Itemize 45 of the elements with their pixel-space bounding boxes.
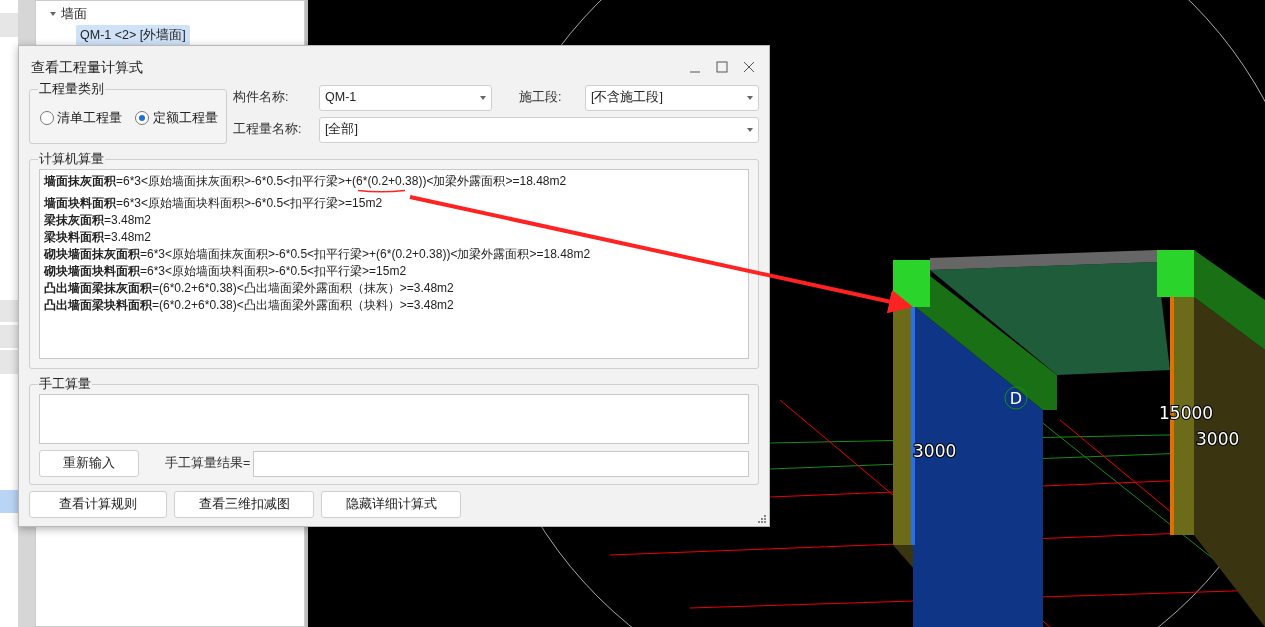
caret-icon <box>747 95 753 100</box>
formula-line: 墙面块料面积=6*3<原始墙面块料面积>-6*0.5<扣平行梁>=15m2 <box>44 194 384 212</box>
formula-line: 梁抹灰面积=3.48m2 <box>44 211 153 229</box>
axis-marker: D <box>1004 386 1028 410</box>
group-label: 计算机算量 <box>38 150 105 167</box>
formula-line: 凸出墙面梁抹灰面积=(6*0.2+6*0.38)<凸出墙面梁外露面积（抹灰）>=3.48m2 <box>44 279 455 297</box>
result-field[interactable] <box>253 450 749 477</box>
side-tab[interactable] <box>0 350 18 374</box>
group-label: 工程量类别 <box>38 80 105 97</box>
radio-option[interactable]: 定额工程量 <box>135 108 218 128</box>
expanded-caret-icon[interactable] <box>49 10 57 18</box>
formula-line: 砌块墙面抹灰面积=6*3<原始墙面抹灰面积>-6*0.5<扣平行梁>+(6*(0.2+0.38))<加梁外露面积>=18.48m2 <box>44 245 592 263</box>
reenter-button[interactable]: 重新输入 <box>39 450 139 477</box>
stage-dropdown[interactable]: [不含施工段] <box>585 84 759 111</box>
component-name-dropdown[interactable]: QM-1 <box>319 84 492 111</box>
resize-grip-icon[interactable] <box>758 515 766 523</box>
dialog-title: 查看工程量计算式 <box>31 57 143 77</box>
caret-icon <box>747 127 753 132</box>
maximize-icon[interactable] <box>714 60 729 74</box>
quantity-name-dropdown[interactable]: [全部] <box>319 116 759 143</box>
underline-mark <box>357 189 406 193</box>
side-tab[interactable] <box>0 13 18 37</box>
field-label: 手工算量结果= <box>165 455 251 473</box>
dimension-label: 3000 <box>1196 429 1240 449</box>
tree-item[interactable]: 墙面 <box>61 4 87 24</box>
group-label: 手工算量 <box>38 375 92 392</box>
close-icon[interactable] <box>741 60 756 74</box>
manual-input-area[interactable] <box>39 393 749 444</box>
formula-line: 墙面抹灰面积=6*3<原始墙面抹灰面积>-6*0.5<扣平行梁>+(6*(0.2+0.38))<加梁外露面积>=18.48m2 <box>44 172 568 190</box>
formula-line: 凸出墙面梁块料面积=(6*0.2+6*0.38)<凸出墙面梁外露面积（块料）>=3.48m2 <box>44 296 455 314</box>
side-tab[interactable] <box>0 325 18 348</box>
side-tab[interactable] <box>0 490 18 513</box>
side-tab[interactable] <box>0 300 18 322</box>
caret-icon <box>480 95 486 100</box>
formula-line: 砌块墙面块料面积=6*3<原始墙面块料面积>-6*0.5<扣平行梁>=15m2 <box>44 262 408 280</box>
dialog-button[interactable]: 查看计算规则 <box>29 491 167 518</box>
field-label: 施工段: <box>519 89 563 107</box>
field-label: 工程量名称: <box>233 121 303 139</box>
radio-option[interactable]: 清单工程量 <box>40 108 123 128</box>
formula-line: 梁块料面积=3.48m2 <box>44 228 153 246</box>
tree-item[interactable]: QM-1 <2> [外墙面] <box>76 24 190 46</box>
field-label: 构件名称: <box>233 89 290 107</box>
dialog-button[interactable]: 查看三维扣减图 <box>174 491 314 518</box>
dimension-label: 3000 <box>913 441 957 461</box>
dialog-button[interactable]: 隐藏详细计算式 <box>321 491 461 518</box>
